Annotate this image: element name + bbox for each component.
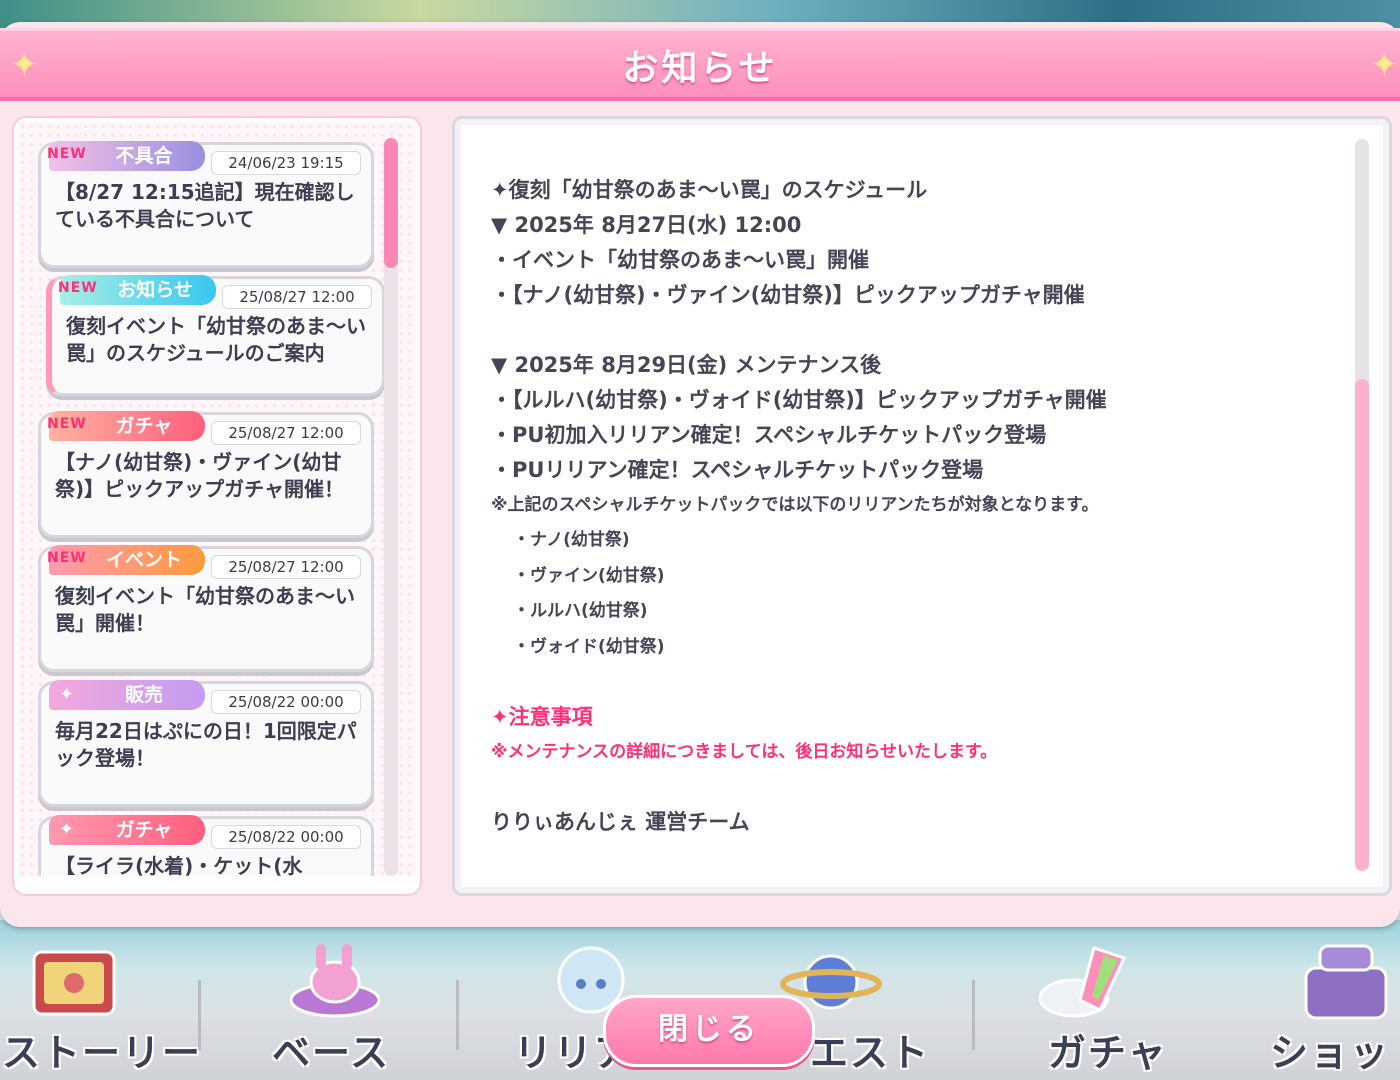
notice-date: 25/08/27 12:00 [211, 421, 361, 445]
notice-title: 毎月22日はぷにの日！1回限定パック登場！ [55, 719, 357, 770]
nav-shop-label: ショッ [1270, 1031, 1391, 1075]
notice-card[interactable]: NEW ガチャ 25/08/27 12:00 【ナノ(幼甘祭)・ヴァイン(幼甘祭… [38, 411, 374, 538]
detail-item: ・PU初加入リリアン確定！スペシャルチケットパック登場 [491, 423, 1047, 447]
signature: りりぃあんじぇ 運営チーム [491, 810, 750, 834]
notice-card[interactable]: NEW イベント 25/08/27 12:00 復刻イベント「幼甘祭のあま～い罠… [38, 545, 374, 672]
notice-date: 25/08/27 12:00 [211, 555, 361, 579]
category-label: 販売 [124, 684, 163, 706]
notice-list[interactable]: NEW 不具合 24/06/23 19:15 【8/27 12:15追記】現在確… [18, 122, 416, 876]
notice-card-selected[interactable]: NEW お知らせ 25/08/27 12:00 復刻イベント「幼甘祭のあま～い罠… [46, 275, 385, 396]
category-label: イベント [105, 549, 182, 571]
notice-card[interactable]: ✦ 販売 25/08/22 00:00 毎月22日はぷにの日！1回限定パック登場… [38, 680, 374, 807]
notice-modal: ✦ お知らせ ✦ NEW 不具合 24/06/23 19:15 【8/27 12… [0, 22, 1400, 927]
list-scrollbar[interactable] [384, 138, 398, 876]
bunny-ship-icon [289, 944, 381, 1018]
detail-date-line: ▼ 2025年 8月29日(金) メンテナンス後 [491, 353, 882, 377]
notice-title: 【8/27 12:15追記】現在確認している不具合について [55, 180, 355, 231]
detail-item: ・【ナノ(幼甘祭)・ヴァイン(幼甘祭)】ピックアップガチャ開催 [491, 283, 1085, 307]
notice-date: 25/08/27 12:00 [222, 285, 372, 309]
crystal-icon [1038, 946, 1127, 1018]
book-icon [32, 950, 116, 1016]
category-tag: NEW ガチャ [47, 411, 205, 441]
notice-title: 【ライラ(水着)・ケット(水 [55, 854, 303, 876]
detail-note: ※上記のスペシャルチケットパックでは以下のリリアンたちが対象となります。 [491, 495, 1099, 515]
detail-scrollbar[interactable] [1355, 139, 1369, 871]
detail-heading: ✦復刻「幼甘祭のあま～い罠」のスケジュール [491, 178, 928, 202]
detail-item: ・PUリリアン確定！スペシャルチケットパック登場 [491, 458, 984, 482]
modal-title: お知らせ [622, 48, 778, 89]
notice-title: 復刻イベント「幼甘祭のあま～い罠」開催！ [55, 584, 355, 635]
detail-character: ・ルルハ(幼甘祭) [513, 601, 648, 621]
new-badge: NEW [58, 280, 98, 296]
new-badge: NEW [47, 416, 87, 432]
nav-divider [456, 980, 459, 1050]
category-label: 不具合 [115, 145, 173, 167]
category-tag: NEW お知らせ [58, 275, 216, 305]
category-label: ガチャ [115, 415, 173, 437]
detail-item: ・イベント「幼甘祭のあま～い罠」開催 [491, 248, 869, 272]
detail-character: ・ヴォイド(幼甘祭) [513, 636, 665, 657]
caution-heading: ✦注意事項 [491, 705, 593, 729]
detail-item: ・【ルルハ(幼甘祭)・ヴォイド(幼甘祭)】ピックアップガチャ開催 [491, 388, 1107, 412]
category-tag: ✦ ガチャ [49, 815, 205, 845]
nav-shop[interactable]: ショッ [1260, 920, 1400, 1080]
notice-detail-content: ✦復刻「幼甘祭のあま～い罠」のスケジュール ▼ 2025年 8月27日(水) 1… [491, 173, 1331, 840]
list-scrollbar-thumb[interactable] [384, 138, 398, 268]
sparkle-icon: ✦ [1370, 45, 1399, 85]
notice-card[interactable]: ✦ ガチャ 25/08/22 00:00 【ライラ(水着)・ケット(水 [38, 815, 374, 876]
nav-base-label: ベース [272, 1031, 391, 1075]
treasure-chest-icon [1304, 944, 1388, 1020]
nav-divider [972, 980, 975, 1050]
category-tag: NEW 不具合 [47, 141, 205, 171]
notice-date: 25/08/22 00:00 [211, 825, 361, 849]
detail-date-line: ▼ 2025年 8月27日(水) 12:00 [491, 213, 802, 237]
notice-title: 【ナノ(幼甘祭)・ヴァイン(幼甘祭)】ピックアップガチャ開催！ [55, 450, 344, 501]
notice-date: 24/06/23 19:15 [211, 151, 361, 175]
category-label: ガチャ [115, 819, 173, 841]
category-tag: NEW イベント [47, 545, 205, 575]
detail-character: ・ヴァイン(幼甘祭) [513, 565, 665, 586]
close-button[interactable]: 閉じる [603, 995, 815, 1067]
notice-list-panel: NEW 不具合 24/06/23 19:15 【8/27 12:15追記】現在確… [12, 116, 422, 896]
notice-title: 復刻イベント「幼甘祭のあま～い罠」のスケジュールのご案内 [66, 314, 366, 365]
notice-detail-panel: ✦復刻「幼甘祭のあま～い罠」のスケジュール ▼ 2025年 8月27日(水) 1… [452, 116, 1392, 896]
sparkle-icon: ✦ [59, 819, 75, 840]
new-badge: NEW [47, 146, 87, 162]
new-badge: NEW [47, 550, 87, 566]
notice-card[interactable]: NEW 不具合 24/06/23 19:15 【8/27 12:15追記】現在確… [38, 141, 374, 268]
nav-gacha[interactable]: ガチャ [1020, 920, 1280, 1080]
caution-text: ※メンテナンスの詳細につきましては、後日お知らせいたします。 [491, 742, 998, 762]
nav-divider [198, 980, 201, 1050]
detail-character: ・ナノ(幼甘祭) [513, 530, 630, 550]
sparkle-icon: ✦ [59, 684, 75, 705]
detail-scrollbar-thumb[interactable] [1355, 379, 1369, 871]
modal-header: ✦ お知らせ ✦ [0, 28, 1400, 101]
nav-base[interactable]: ベース [260, 920, 520, 1080]
nav-gacha-label: ガチャ [1048, 1031, 1168, 1075]
notice-date: 25/08/22 00:00 [211, 690, 361, 714]
nav-story[interactable]: ストーリー [0, 920, 260, 1080]
category-tag: ✦ 販売 [49, 680, 205, 710]
category-label: お知らせ [117, 279, 193, 301]
nav-story-label: ストーリー [2, 1031, 203, 1075]
